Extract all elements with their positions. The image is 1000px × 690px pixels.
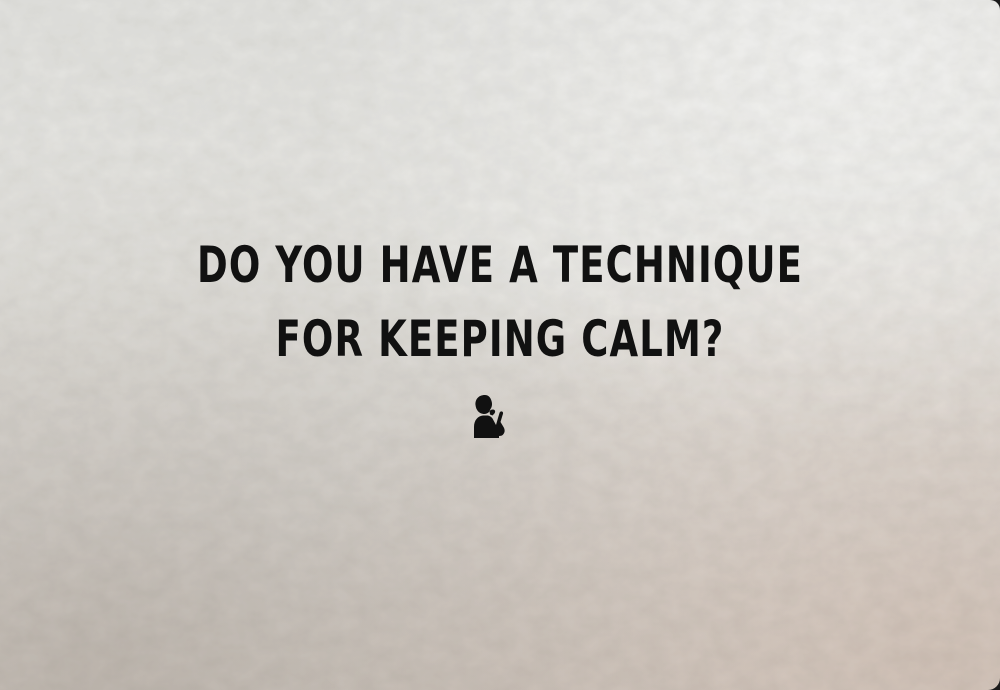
question-line-1: DO YOU HAVE A TECHNIQUE (197, 236, 803, 294)
thinking-person-icon (474, 395, 505, 438)
question-line-2: FOR KEEPING CALM? (275, 310, 725, 368)
question-text: DO YOU HAVE A TECHNIQUE FOR KEEPING CALM… (130, 228, 870, 376)
question-card: DO YOU HAVE A TECHNIQUE FOR KEEPING CALM… (0, 0, 1000, 690)
